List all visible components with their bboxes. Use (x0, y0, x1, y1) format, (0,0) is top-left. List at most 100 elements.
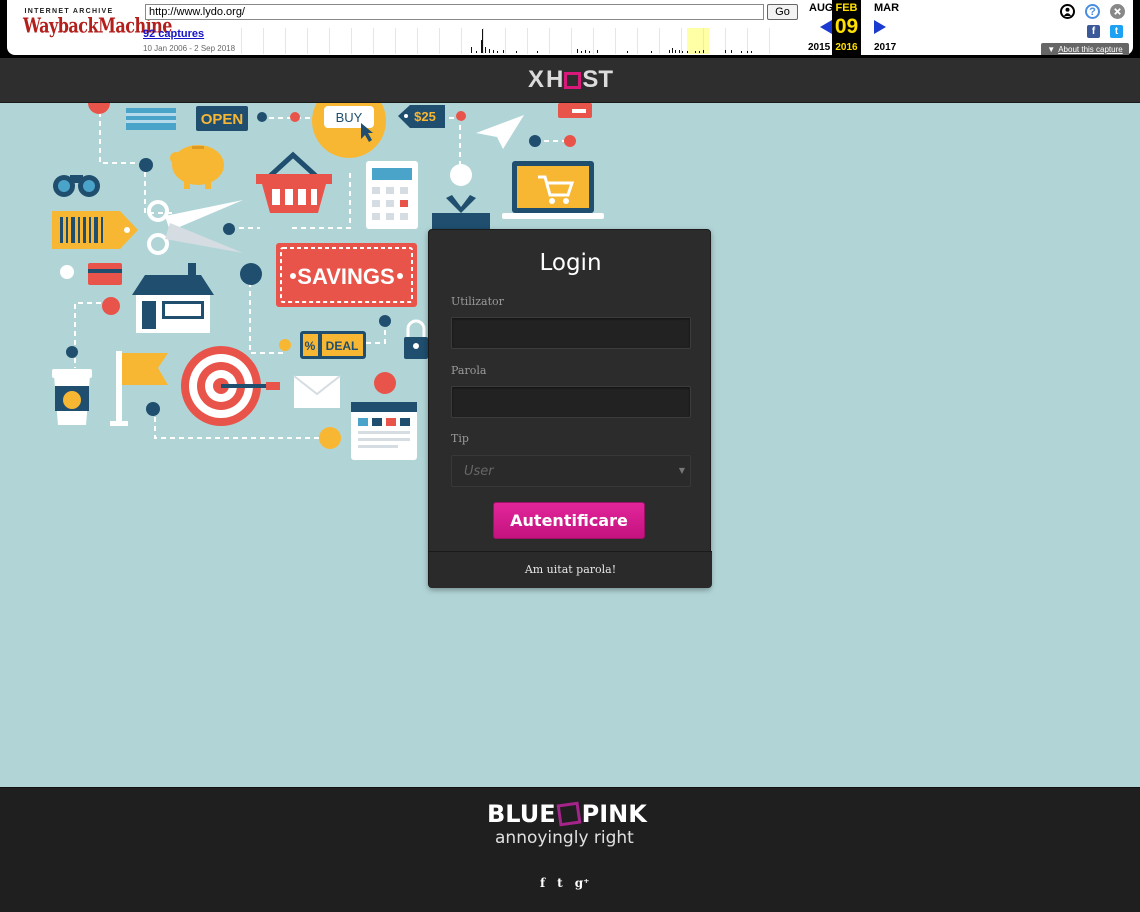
xhost-logo-h-icon: H (546, 66, 564, 93)
login-footer: Am uitat parola! (429, 551, 712, 588)
sparkline-bar (537, 51, 538, 53)
about-capture-button[interactable]: ▼ About this capture (1041, 43, 1129, 55)
calendar-prev-month[interactable]: AUG (809, 2, 833, 14)
wayback-url-input[interactable] (145, 4, 764, 20)
open-sign-icon: OPEN (196, 106, 248, 131)
wayback-captures-link[interactable]: 92 captures (143, 28, 204, 40)
sparkline-bar (471, 47, 472, 53)
coffee-cup-icon (52, 369, 92, 425)
dot-icon (146, 402, 160, 416)
dot-icon (60, 265, 74, 279)
laptop-cart-icon (502, 161, 604, 219)
dot-icon (379, 315, 391, 327)
site-footer: BLUE PINK annoyingly right f t g⁺ (0, 787, 1140, 912)
twitter-icon[interactable]: t (557, 876, 563, 890)
sparkline-bar (695, 51, 696, 53)
sparkline-column (593, 28, 594, 54)
dot-icon (450, 164, 472, 186)
dot-icon (257, 112, 267, 122)
dot-icon (529, 135, 541, 147)
paper-plane-icon (476, 115, 524, 149)
site-header: X H ST (0, 58, 1140, 103)
google-plus-icon[interactable]: g⁺ (575, 876, 590, 890)
calendar-prev-arrow-icon[interactable] (820, 20, 832, 34)
close-icon[interactable] (1110, 4, 1125, 19)
sparkline-bar (675, 50, 676, 53)
wayback-toolbar-panel: INTERNET ARCHIVE WaybackMachine Go 92 ca… (7, 0, 1133, 55)
calendar-next-year[interactable]: 2017 (874, 42, 896, 53)
username-input[interactable] (451, 317, 691, 349)
facebook-icon[interactable]: f (540, 876, 545, 890)
sparkline-bar (485, 47, 486, 53)
wayback-logo-main: WaybackMachine (23, 13, 172, 38)
svg-text:BUY: BUY (336, 110, 363, 125)
buy-button-icon: BUY (312, 103, 386, 158)
svg-text:DEAL: DEAL (326, 339, 359, 353)
xhost-logo[interactable]: X H ST (528, 66, 613, 94)
wayback-date-range: 10 Jan 2006 - 2 Sep 2018 (143, 44, 236, 53)
sparkline-bar (682, 51, 683, 53)
sparkline-column (571, 28, 572, 54)
social-links: f t g⁺ (540, 876, 589, 890)
about-capture-label: About this capture (1058, 44, 1123, 54)
dot-icon (66, 346, 78, 358)
login-title: Login (539, 250, 602, 276)
sparkline-bar (482, 29, 483, 53)
bluepink-logo-left: BLUE (487, 800, 556, 828)
sparkline-column (351, 28, 352, 54)
wayback-go-button[interactable]: Go (767, 4, 798, 20)
sparkline-column (395, 28, 396, 54)
bluepink-logo[interactable]: BLUE PINK annoyingly right (487, 800, 657, 848)
sparkline-column (263, 28, 264, 54)
wayback-logo[interactable]: INTERNET ARCHIVE WaybackMachine (23, 8, 172, 48)
sparkline-bar (669, 50, 670, 53)
wayback-sparkline[interactable] (241, 28, 781, 54)
calendar-prev-year[interactable]: 2015 (808, 42, 830, 53)
dot-icon (240, 263, 262, 285)
sparkline-column (527, 28, 528, 54)
help-icon[interactable]: ? (1085, 4, 1100, 19)
xhost-logo-left: X (528, 66, 545, 93)
calendar-next-month[interactable]: MAR (874, 2, 899, 14)
sparkline-bar (679, 50, 680, 53)
barcode-tag-icon (52, 211, 138, 249)
svg-text:$25: $25 (414, 109, 436, 124)
calendar-next-arrow-icon[interactable] (874, 20, 886, 34)
dot-icon (374, 372, 396, 394)
chevron-down-icon: ▼ (678, 466, 685, 475)
sparkline-column (329, 28, 330, 54)
calendar-current: FEB 09 2016 (832, 0, 861, 55)
login-panel: Login Utilizator Parola Tip User ▼ Auten… (428, 229, 712, 588)
twitter-share-icon[interactable]: t (1110, 25, 1123, 38)
forgot-password-link[interactable]: Am uitat parola! (429, 563, 712, 576)
sparkline-bar (489, 49, 490, 53)
sparkline-bar (747, 51, 748, 53)
calculator-icon (366, 161, 418, 229)
shop-house-icon (132, 263, 214, 333)
dot-icon (88, 103, 110, 114)
sparkline-bar (725, 50, 726, 53)
bluepink-logo-right: PINK (581, 800, 647, 828)
wayback-toolbar: INTERNET ARCHIVE WaybackMachine Go 92 ca… (0, 0, 1140, 58)
calendar-current-month: FEB (835, 2, 858, 14)
sparkline-bar (493, 50, 494, 53)
sparkline-bar (497, 51, 498, 53)
chevron-down-icon: ▼ (1047, 44, 1056, 54)
account-icon[interactable] (1060, 4, 1075, 19)
login-submit-button[interactable]: Autentificare (493, 502, 645, 539)
sparkline-bar (597, 50, 598, 53)
sparkline-column (417, 28, 418, 54)
bluepink-wordmark: BLUE PINK (487, 800, 657, 828)
sparkline-bar (516, 51, 517, 53)
sparkline-column (769, 28, 770, 54)
dot-icon (290, 112, 300, 122)
username-label: Utilizator (451, 295, 504, 308)
sparkline-column (483, 28, 484, 54)
facebook-share-icon[interactable]: f (1087, 25, 1100, 38)
credit-card-icon (88, 263, 122, 285)
password-input[interactable] (451, 386, 691, 418)
type-select[interactable]: User ▼ (451, 455, 691, 487)
sparkline-column (505, 28, 506, 54)
sparkline-bar (731, 50, 732, 53)
dot-icon (223, 223, 235, 235)
